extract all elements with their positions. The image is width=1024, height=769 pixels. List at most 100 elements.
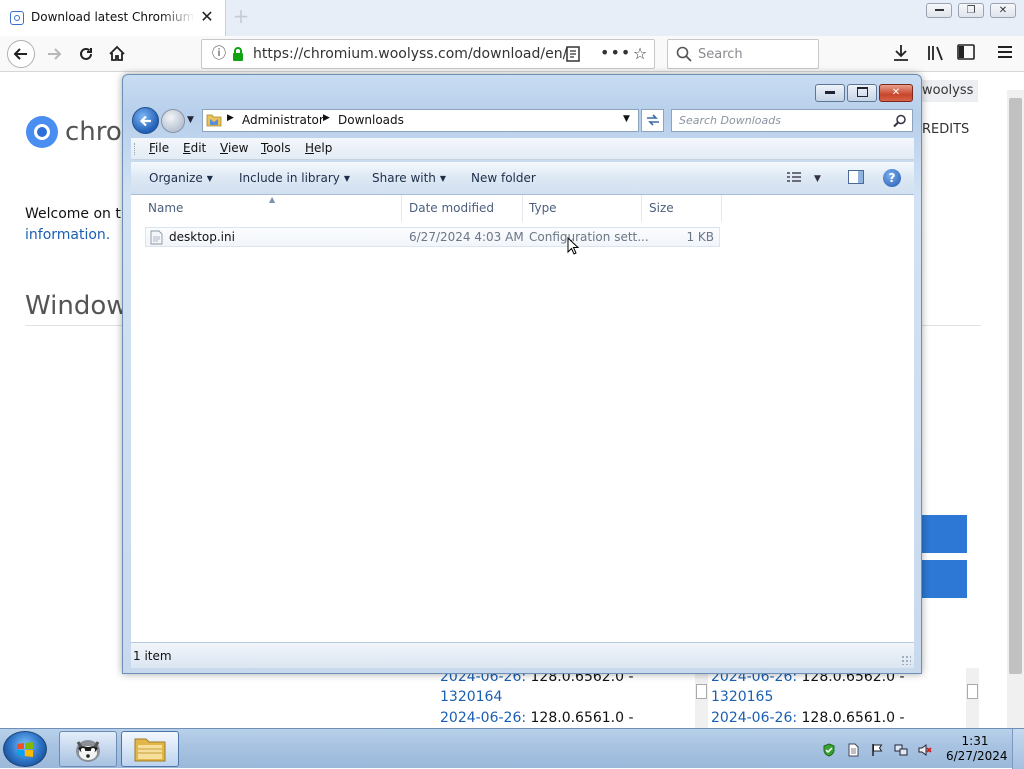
explorer-address-bar[interactable]: ▶ Administrator ▶ Downloads ▼ [202,109,639,132]
breadcrumb-separator-icon[interactable]: ▶ [323,113,330,123]
security-shield-icon[interactable] [822,743,836,757]
page-download-button[interactable] [921,515,967,553]
new-tab-button[interactable]: + [231,6,251,26]
page-credits-link[interactable]: REDITS [922,122,969,137]
release-build-link[interactable]: 1320165 [711,689,773,705]
raccoon-app-icon [76,740,100,762]
browser-toolbar: ⓘ https://chromium.woolyss.com/download/… [0,36,1024,72]
page-actions-icon[interactable]: ••• [600,42,630,64]
explorer-refresh-button[interactable] [641,109,664,132]
resize-grip-icon[interactable] [901,655,911,665]
taskbar-clock[interactable]: 1:31 6/27/2024 [946,734,1008,764]
organize-button[interactable]: Organize ▼ [149,171,213,185]
scrollbar-thumb[interactable] [696,684,707,699]
address-dropdown-icon[interactable]: ▼ [623,114,630,124]
page-scrollbar-thumb[interactable] [1009,98,1022,674]
menu-file[interactable]: File [149,141,169,155]
minimize-icon [825,90,835,94]
explorer-menu-bar: File Edit View Tools Help [131,138,914,160]
sort-ascending-icon: ▲ [269,195,276,204]
release-date-link[interactable]: 2024-06-26: [440,710,526,726]
action-center-flag-icon[interactable] [870,743,884,757]
page-information-link[interactable]: information. [25,227,110,243]
bookmark-star-icon[interactable]: ☆ [630,44,650,64]
explorer-back-button[interactable] [132,107,159,134]
url-bar[interactable]: ⓘ https://chromium.woolyss.com/download/… [201,39,655,69]
file-name[interactable]: desktop.ini [169,230,235,244]
column-header-size[interactable]: Size [649,201,674,215]
menu-tools[interactable]: Tools [261,141,291,155]
file-size: 1 KB [686,230,714,244]
page-download-button[interactable] [921,560,967,598]
sidebar-button[interactable] [955,44,977,64]
menu-help[interactable]: Help [305,141,332,155]
browser-tab-strip: Download latest Chromium rel ✕ + ❐ ✕ [0,0,1024,36]
taskbar-explorer-button[interactable] [121,731,179,767]
chevron-down-icon: ▼ [343,174,351,183]
secure-lock-icon[interactable] [232,46,244,62]
menu-edit[interactable]: Edit [183,141,206,155]
page-scrollbar[interactable] [1007,90,1024,730]
windows-logo-icon [17,742,33,757]
site-info-icon[interactable]: ⓘ [210,45,228,63]
breadcrumb-downloads[interactable]: Downloads [338,113,404,127]
file-row[interactable]: desktop.ini 6/27/2024 4:03 AM Configurat… [145,227,720,247]
window-close-button[interactable]: ✕ [990,3,1016,18]
column-header-date-modified[interactable]: Date modified [409,201,494,215]
file-date-modified: 6/27/2024 4:03 AM [409,230,524,244]
share-with-button[interactable]: Share with ▼ [372,171,446,185]
browser-search-input[interactable]: Search [667,39,819,69]
explorer-forward-button[interactable] [161,109,185,133]
explorer-minimize-button[interactable] [815,84,845,102]
volume-muted-icon[interactable] [918,743,932,757]
search-icon [893,114,906,128]
preview-pane-icon[interactable] [848,170,864,184]
back-arrow-icon [139,115,151,127]
browser-tab[interactable]: Download latest Chromium rel ✕ [0,0,226,36]
release-list-scrollbar[interactable] [695,668,708,728]
tab-close-icon[interactable]: ✕ [198,8,216,26]
explorer-maximize-button[interactable] [847,84,877,102]
library-button[interactable] [925,44,947,64]
url-text[interactable]: https://chromium.woolyss.com/download/en… [253,46,567,62]
new-folder-button[interactable]: New folder [471,171,536,185]
file-type: Configuration sett... [529,230,649,244]
explorer-close-button[interactable]: ✕ [879,84,913,102]
back-button[interactable] [7,40,35,68]
breadcrumb-administrator[interactable]: Administrator [242,113,324,127]
include-in-library-button[interactable]: Include in library ▼ [239,171,350,185]
release-date-link[interactable]: 2024-06-26: [711,710,797,726]
reload-button[interactable] [73,42,99,66]
start-button[interactable] [3,731,47,767]
window-restore-button[interactable]: ❐ [958,3,984,18]
home-button[interactable] [104,42,130,66]
release-list-scrollbar[interactable] [966,668,979,728]
column-header-name[interactable]: Name [148,201,183,215]
change-view-button[interactable]: ▼ [786,171,821,187]
release-build-link[interactable]: 1320164 [440,689,502,705]
recent-locations-chevron-icon[interactable]: ▼ [187,115,197,125]
reader-view-icon[interactable] [564,45,582,63]
document-tray-icon[interactable] [846,743,860,757]
breadcrumb-separator-icon[interactable]: ▶ [227,113,234,123]
menu-button[interactable] [994,44,1016,64]
forward-button[interactable] [41,42,67,66]
window-minimize-button[interactable] [926,3,952,18]
forward-arrow-icon [48,48,62,60]
file-list-pane[interactable]: ▲ Name Date modified Type Size desktop.i… [131,195,914,642]
chromium-favicon-icon [10,11,24,25]
scrollbar-thumb[interactable] [967,684,978,699]
page-nav-tab[interactable]: woolyss [922,80,978,102]
show-desktop-button[interactable] [1012,729,1024,769]
explorer-window: ✕ ▼ ▶ Administrator ▶ Downloads ▼ Search… [122,74,922,674]
hamburger-menu-icon [998,46,1012,58]
menu-view[interactable]: View [220,141,248,155]
explorer-search-placeholder: Search Downloads [679,114,781,127]
downloads-button[interactable] [890,44,912,64]
release-entry: 2024-06-26: 128.0.6561.0 - [440,710,634,726]
taskbar-firefox-button[interactable] [59,731,117,767]
explorer-search-input[interactable]: Search Downloads [671,109,913,132]
column-header-type[interactable]: Type [529,201,557,215]
network-icon[interactable] [894,743,908,757]
help-icon[interactable]: ? [883,169,901,187]
